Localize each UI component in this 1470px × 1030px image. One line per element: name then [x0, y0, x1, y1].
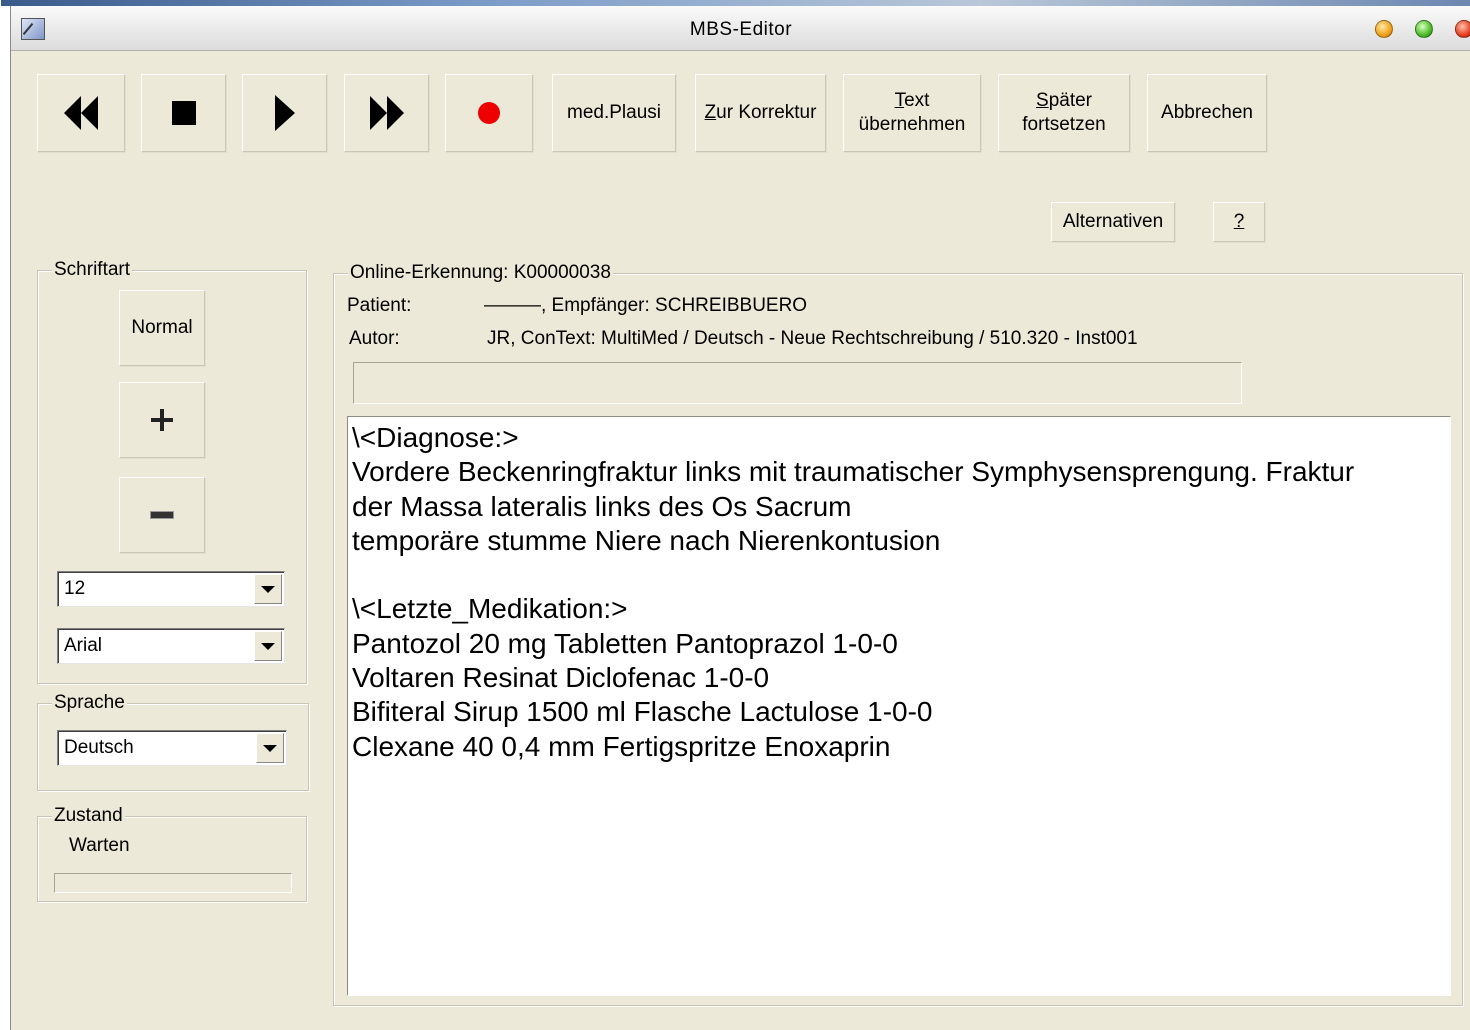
editor-line: temporäre stumme Niere nach Nierenkontus…	[352, 524, 941, 556]
fast-forward-icon	[369, 96, 404, 130]
font-increase-button[interactable]	[119, 382, 205, 458]
close-button[interactable]	[1455, 20, 1470, 38]
patient-label: Patient:	[347, 295, 412, 316]
font-decrease-button[interactable]	[119, 477, 205, 553]
record-button[interactable]	[445, 74, 533, 152]
record-icon	[478, 102, 500, 124]
language-select[interactable]: Deutsch	[57, 730, 287, 766]
language-dropdown-arrow[interactable]	[256, 733, 284, 763]
status-text: Warten	[69, 835, 130, 856]
zustand-label: Zustand	[52, 804, 125, 828]
text-uebernehmen-label-line2: übernehmen	[858, 114, 966, 135]
mbs-editor-window: MBS-Editor med.Plausi Zur Korrektur Text…	[1, 0, 1470, 1030]
schriftart-label: Schriftart	[52, 258, 133, 282]
zur-korrektur-button[interactable]: Zur Korrektur	[695, 74, 826, 152]
maximize-button[interactable]	[1415, 20, 1433, 38]
chevron-down-icon	[263, 744, 277, 752]
med-plausi-label: med.Plausi	[567, 102, 661, 123]
status-progress-bar	[54, 873, 292, 893]
sprache-label: Sprache	[52, 691, 127, 715]
minimize-button[interactable]	[1375, 20, 1393, 38]
editor-line: Vordere Beckenringfraktur links mit trau…	[352, 456, 1355, 488]
font-normal-label: Normal	[131, 317, 193, 338]
med-plausi-button[interactable]: med.Plausi	[552, 74, 676, 152]
spaeter-label-line1: Später	[1036, 90, 1092, 111]
editor-line: \<Diagnose:>	[352, 422, 519, 453]
chevron-down-icon	[261, 642, 275, 650]
font-size-value: 12	[64, 578, 86, 599]
text-uebernehmen-button[interactable]: Text übernehmen	[843, 74, 981, 152]
font-family-value: Arial	[64, 635, 103, 656]
fast-forward-button[interactable]	[344, 74, 429, 152]
recognition-info-field	[353, 362, 1242, 404]
help-label: ?	[1233, 211, 1245, 232]
abbrechen-button[interactable]: Abbrechen	[1147, 74, 1267, 152]
play-icon	[274, 95, 295, 131]
patient-value: ———, Empfänger: SCHREIBBUERO	[484, 295, 808, 316]
editor-line: \<Letzte_Medikation:>	[352, 593, 628, 625]
autor-label: Autor:	[349, 328, 400, 349]
font-size-select[interactable]: 12	[57, 571, 285, 607]
play-button[interactable]	[242, 74, 327, 152]
font-size-dropdown-arrow[interactable]	[254, 574, 282, 604]
font-family-select[interactable]: Arial	[57, 628, 285, 664]
alternativen-label: Alternativen	[1062, 211, 1164, 232]
language-value: Deutsch	[64, 737, 134, 758]
editor-content: \<Diagnose:> Vordere Beckenringfraktur li…	[348, 421, 1354, 764]
abbrechen-label: Abbrechen	[1161, 102, 1253, 123]
rewind-button[interactable]	[37, 74, 125, 152]
alternativen-button[interactable]: Alternativen	[1051, 202, 1175, 242]
editor-line: Clexane 40 0,4 mm Fertigspritze Enoxapri…	[352, 730, 891, 762]
dictation-text-editor[interactable]: \<Diagnose:> Vordere Beckenringfraktur li…	[347, 416, 1451, 996]
editor-line: Voltaren Resinat Diclofenac 1-0-0	[352, 662, 770, 694]
plus-icon	[151, 409, 173, 431]
help-button[interactable]: ?	[1213, 202, 1265, 242]
title-bar[interactable]: MBS-Editor	[11, 6, 1470, 51]
editor-line: Bifiteral Sirup 1500 ml Flasche Lactulos…	[352, 696, 933, 728]
zur-korrektur-label: Zur Korrektur	[704, 102, 817, 123]
autor-value: JR, ConText: MultiMed / Deutsch - Neue R…	[487, 328, 1138, 349]
chevron-down-icon	[261, 585, 275, 593]
font-normal-button[interactable]: Normal	[119, 290, 205, 366]
editor-line: der Massa lateralis links des Os Sacrum	[352, 490, 852, 522]
online-erkennung-label: Online-Erkennung: K00000038	[348, 261, 613, 285]
rewind-icon	[64, 96, 98, 130]
font-family-dropdown-arrow[interactable]	[254, 631, 282, 661]
stop-button[interactable]	[141, 74, 226, 152]
editor-line: Pantozol 20 mg Tabletten Pantoprazol 1-0…	[352, 627, 898, 659]
minus-icon	[150, 511, 174, 519]
spaeter-label-line2: fortsetzen	[1022, 114, 1106, 135]
window-title: MBS-Editor	[689, 19, 793, 40]
spaeter-fortsetzen-button[interactable]: Später fortsetzen	[998, 74, 1130, 152]
text-uebernehmen-label-line1: Text	[894, 90, 930, 111]
stop-icon	[171, 101, 196, 125]
